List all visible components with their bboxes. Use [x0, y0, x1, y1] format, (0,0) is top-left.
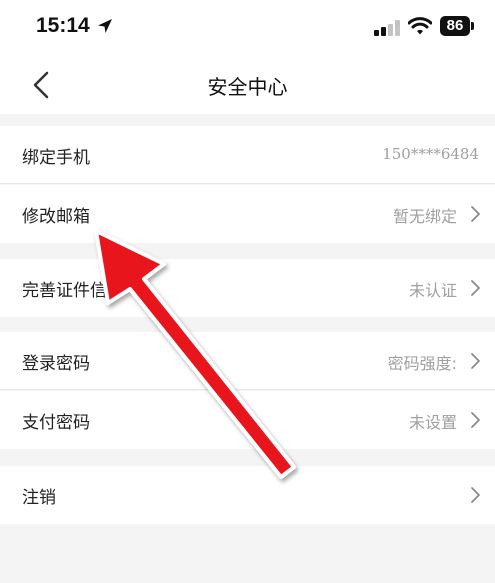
bind-phone-value: 150****6484 [382, 145, 479, 163]
bind-phone-row[interactable]: 绑定手机 150****6484 [0, 126, 495, 184]
nav-bar: 安全中心 [0, 56, 495, 114]
deregister-label: 注销 [22, 488, 56, 508]
battery-level: 86 [446, 17, 464, 34]
row-divider [0, 183, 495, 184]
location-arrow-icon [98, 19, 112, 33]
status-bar: 15:14 86 [0, 0, 495, 56]
battery-cap [471, 22, 474, 30]
chevron-right-icon [471, 487, 480, 503]
login-password-value: 密码强度: [387, 354, 457, 373]
id-info-label: 完善证件信息 [22, 281, 124, 301]
chevron-right-icon [471, 353, 480, 369]
status-time: 15:14 [36, 14, 90, 37]
chevron-right-icon [471, 280, 480, 296]
modify-email-value: 暂无绑定 [392, 207, 457, 226]
signal-icon [374, 20, 402, 36]
section-gap [0, 114, 495, 126]
battery-icon: 86 [440, 16, 474, 36]
id-info-value: 未认证 [408, 281, 457, 300]
modify-email-row[interactable]: 修改邮箱 暂无绑定 [0, 185, 495, 243]
pay-password-label: 支付密码 [22, 413, 90, 433]
chevron-right-icon [471, 412, 480, 428]
pay-password-row[interactable]: 支付密码 未设置 [0, 391, 495, 449]
row-divider [0, 389, 495, 390]
modify-email-label: 修改邮箱 [22, 207, 90, 227]
chevron-right-icon [471, 206, 480, 222]
bind-phone-label: 绑定手机 [22, 148, 90, 168]
page-title: 安全中心 [207, 75, 288, 99]
id-info-row[interactable]: 完善证件信息 未认证 [0, 259, 495, 317]
deregister-row[interactable]: 注销 [0, 466, 495, 524]
pay-password-value: 未设置 [408, 413, 457, 432]
login-password-label: 登录密码 [22, 354, 90, 374]
login-password-row[interactable]: 登录密码 密码强度: [0, 332, 495, 390]
wifi-icon [408, 17, 432, 35]
